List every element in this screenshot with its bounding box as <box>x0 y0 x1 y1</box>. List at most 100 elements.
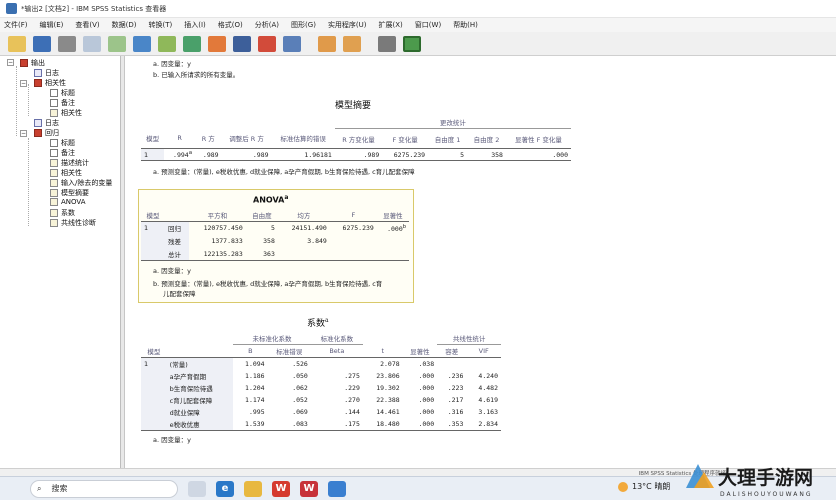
coefficients-table[interactable]: 未标准化系数 标准化系数 共线性统计 模型 B 标准错误 Beta t 显著性 … <box>141 332 501 431</box>
col-std-error: 标准估算的错误 <box>280 135 326 144</box>
model-summary-table[interactable]: 更改统计 模型 R R 方 调整后 R 方 标准估算的错误 R 方变化量 F 变… <box>141 116 571 161</box>
designate-window-icon[interactable] <box>378 35 396 52</box>
tree-item-log-2[interactable]: 日志 <box>34 118 59 128</box>
menu-format[interactable]: 格式(O) <box>218 20 243 30</box>
output-content[interactable]: a. 因变量：y b. 已输入所请求的所有变量。 模型摘要 更改统计 模型 R … <box>125 56 836 468</box>
table-icon <box>50 159 58 167</box>
menu-transform[interactable]: 转换(T) <box>149 20 173 30</box>
menu-extensions[interactable]: 扩展(X) <box>379 20 403 30</box>
print-icon[interactable] <box>58 35 76 52</box>
insert-output-icon[interactable] <box>318 35 336 52</box>
menu-utilities[interactable]: 实用程序(U) <box>328 20 367 30</box>
collapse-regression-toggle[interactable]: − <box>20 130 27 137</box>
tree-item-regression[interactable]: 回归 <box>34 128 59 138</box>
change-stats-header: 更改统计 <box>334 116 571 129</box>
table-icon <box>50 189 58 197</box>
tree-item-collinearity[interactable]: 共线性诊断 <box>50 218 96 228</box>
model-summary-title: 模型摘要 <box>335 101 372 111</box>
tree-item-correlations-table[interactable]: 相关性 <box>50 108 82 118</box>
col-r: R <box>177 134 182 143</box>
tree-item-anova[interactable]: ANOVA <box>50 198 86 206</box>
wps-office-icon[interactable]: W <box>300 480 318 497</box>
anova-footnote-b: b. 预测变量：(常量), e税收优惠, d就业保障, a孕产育假期, b生育保… <box>153 280 383 288</box>
edge-icon[interactable]: e <box>216 480 234 497</box>
tree-item-regression-notes[interactable]: 备注 <box>50 148 75 158</box>
menu-view[interactable]: 查看(V) <box>75 20 99 30</box>
table-row: 1 回归 120757.450 5 24151.490 6275.239 .00… <box>141 221 409 235</box>
collapse-output-toggle[interactable]: − <box>7 59 14 66</box>
table-row: 1 (常量) 1.094 .526 2.078 .038 <box>141 357 501 370</box>
sun-icon <box>618 481 628 492</box>
model-summary-footnote: a. 预测变量：(常量), e税收优惠, d就业保障, a孕产育假期, b生育保… <box>153 168 415 176</box>
menu-bar: 文件(F) 编辑(E) 查看(V) 数据(D) 转换(T) 插入(I) 格式(O… <box>0 18 836 32</box>
unstd-coef-header: 未标准化系数 <box>233 332 311 345</box>
tree-item-correlations-2[interactable]: 相关性 <box>50 168 82 178</box>
table-row: d就业保障 .995 .069 .144 14.461 .000 .316 3.… <box>141 406 501 418</box>
anova-footnote-b-cont: 儿配套保障 <box>163 290 196 298</box>
book-icon <box>20 59 28 67</box>
tree-item-regression-title[interactable]: 标题 <box>50 138 75 148</box>
col-r-square: R 方 <box>201 135 215 144</box>
tree-item-coefficients[interactable]: 系数 <box>50 208 75 218</box>
goto-data-icon[interactable] <box>208 35 226 52</box>
save-icon[interactable] <box>33 35 51 52</box>
task-view-icon[interactable] <box>188 480 206 497</box>
menu-data[interactable]: 数据(D) <box>112 20 137 30</box>
search-icon: ⌕ <box>37 483 42 493</box>
menu-graphs[interactable]: 图形(G) <box>291 20 316 30</box>
menu-edit[interactable]: 编辑(E) <box>40 20 64 30</box>
tree-item-model-summary[interactable]: 模型摘要 <box>50 188 89 198</box>
table-row: e税收优惠 1.539 .083 .175 18.480 .000 .353 2… <box>141 418 501 431</box>
table-row: 1 .994a .989 .989 1.96181 .989 6275.239 … <box>141 148 571 161</box>
goto-case-icon[interactable] <box>233 35 251 52</box>
weather-widget[interactable]: 13°C 晴朗 <box>618 481 670 492</box>
col-sig-f-change: 显著性 F 变化量 <box>515 135 562 144</box>
anova-table[interactable]: 模型 平方和 自由度 均方 F 显著性 1 回归 120757.450 5 24… <box>141 209 409 261</box>
tree-item-output[interactable]: 输出 <box>20 58 45 68</box>
show-all-icon[interactable] <box>403 35 421 52</box>
menu-file[interactable]: 文件(F) <box>4 20 28 30</box>
top-note-a: a. 因变量：y <box>153 60 191 68</box>
table-row: c育儿配套保障 1.174 .052 .270 22.388 .000 .217… <box>141 394 501 406</box>
table-row: b生育保险待遇 1.204 .062 .229 19.302 .000 .223… <box>141 382 501 394</box>
tree-item-correlations[interactable]: 相关性 <box>34 78 66 88</box>
variables-icon[interactable] <box>283 35 301 52</box>
print-preview-icon[interactable] <box>83 35 101 52</box>
tree-item-title[interactable]: 标题 <box>50 88 75 98</box>
insert-heading-icon[interactable] <box>343 35 361 52</box>
book-icon <box>34 79 42 87</box>
undo-icon[interactable] <box>158 35 176 52</box>
title-bar: *输出2 [文档2] - IBM SPSS Statistics 查看器 <box>0 0 836 18</box>
tree-item-descriptives[interactable]: 描述统计 <box>50 158 89 168</box>
col-adj-r-square: 调整后 R 方 <box>229 135 264 144</box>
open-folder-icon[interactable] <box>8 35 26 52</box>
export-icon[interactable] <box>108 35 126 52</box>
top-note-b: b. 已输入所请求的所有变量。 <box>153 71 240 79</box>
menu-window[interactable]: 窗口(W) <box>415 20 441 30</box>
site-watermark: 大理手游网 DALISHOUYOUWANG <box>678 458 836 500</box>
redo-icon[interactable] <box>183 35 201 52</box>
goto-variable-icon[interactable] <box>258 35 276 52</box>
wps-writer-icon[interactable]: W <box>272 480 290 497</box>
file-explorer-icon[interactable] <box>244 480 262 497</box>
browser-icon[interactable] <box>328 480 346 497</box>
table-icon <box>50 198 58 206</box>
taskbar-search[interactable]: ⌕ 搜索 <box>30 479 178 498</box>
tree-item-notes[interactable]: 备注 <box>50 98 75 108</box>
tree-item-log[interactable]: 日志 <box>34 68 59 78</box>
toolbar <box>0 32 836 56</box>
notes-icon <box>50 99 58 107</box>
collapse-correlations-toggle[interactable]: − <box>20 80 27 87</box>
menu-analyze[interactable]: 分析(A) <box>255 20 279 30</box>
table-icon <box>50 219 58 227</box>
dialog-recall-icon[interactable] <box>133 35 151 52</box>
outline-pane[interactable]: − 输出 日志 − 相关性 标题 备注 相关性 日志 − 回归 标题 备注 描述… <box>0 56 121 468</box>
menu-help[interactable]: 帮助(H) <box>453 20 478 30</box>
spss-app-icon <box>6 3 17 14</box>
menu-insert[interactable]: 插入(I) <box>184 20 206 30</box>
col-r-square-change: R 方变化量 <box>342 135 375 144</box>
tree-item-variables-entered[interactable]: 输入/除去的变量 <box>50 178 112 188</box>
coefficients-footnote: a. 因变量：y <box>153 436 191 444</box>
table-icon <box>50 179 58 187</box>
log-icon <box>34 69 42 77</box>
